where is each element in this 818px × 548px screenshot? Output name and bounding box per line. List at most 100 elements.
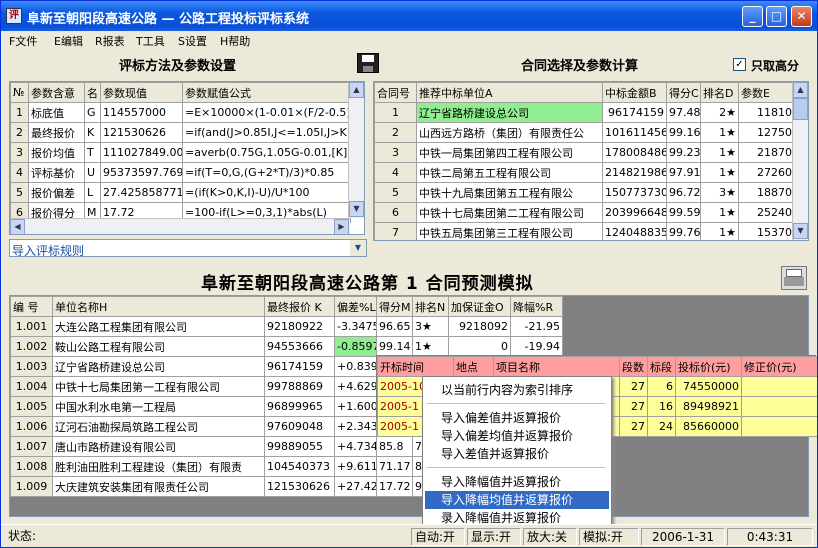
table-cell[interactable]: 中铁二局第五工程有限公司	[416, 162, 603, 183]
table-cell[interactable]: 1.005	[10, 396, 53, 417]
table-cell[interactable]: +1.600	[334, 396, 377, 417]
table-cell[interactable]: 3★	[700, 182, 739, 203]
rules-combo[interactable]: 导入评标规则 ▼	[9, 239, 367, 258]
table-cell[interactable]: 1★	[700, 122, 739, 143]
table-cell[interactable]: 辽宁省路桥建设总公司	[52, 356, 265, 377]
table-cell[interactable]: 121530626	[264, 476, 335, 497]
param-table-vscroll[interactable]: ▲ ▼	[348, 82, 364, 218]
table-row[interactable]: 1 标底值 G 114557000 =E×10000×(1-0.01×(F/2-0.5)…	[10, 102, 351, 123]
menu-item-import-difference[interactable]: 导入差值并返算报价	[425, 445, 609, 463]
table-cell[interactable]: =E×10000×(1-0.01×(F/2-0.5))	[182, 102, 351, 123]
table-cell[interactable]: 2	[10, 122, 29, 143]
scroll-thumb[interactable]	[793, 98, 808, 120]
table-cell[interactable]: U	[84, 162, 101, 183]
table-cell[interactable]: 111027849.00	[100, 142, 183, 163]
table-cell[interactable]: T	[84, 142, 101, 163]
scroll-down-icon[interactable]: ▼	[349, 201, 364, 217]
minimize-button[interactable]: _	[742, 6, 763, 27]
table-cell[interactable]: 11810	[738, 102, 795, 123]
printer-icon[interactable]	[781, 266, 807, 290]
table-cell[interactable]: 99.59	[666, 202, 701, 223]
left_section-header-2[interactable]: 名	[84, 82, 101, 103]
chevron-down-icon[interactable]: ▼	[350, 240, 366, 256]
table-cell[interactable]: 1.006	[10, 416, 53, 437]
table-cell[interactable]: =(if(K>0,K,I)-U)/U*100	[182, 182, 351, 203]
bottom_section-header-0[interactable]: 编 号	[10, 296, 53, 317]
menu-file[interactable]: F文件	[9, 33, 37, 49]
table-row[interactable]: 3 报价均值 T 111027849.00 =averb(0.75G,1.05G-0.0…	[10, 142, 351, 163]
table-cell[interactable]: 21870	[738, 142, 795, 163]
table-cell[interactable]: 27	[619, 396, 648, 417]
table-cell[interactable]: 1	[374, 102, 417, 123]
popup_table-header-5[interactable]: 投标价(元)	[675, 356, 742, 377]
popup_table-header-4[interactable]: 标段	[647, 356, 676, 377]
table-cell[interactable]: 中铁一局集团第四工程有限公司	[416, 142, 603, 163]
table-cell[interactable]: 99889055	[264, 436, 335, 457]
table-cell[interactable]: 5	[374, 182, 417, 203]
left_section-header-0[interactable]: №	[10, 82, 29, 103]
table-cell[interactable]: 中铁十七局集团第二工程有限公司	[416, 202, 603, 223]
table-cell[interactable]: 1.001	[10, 316, 53, 337]
table-cell[interactable]: 鞍山公路工程有限公司	[52, 336, 265, 357]
menu-help[interactable]: H帮助	[220, 33, 250, 49]
table-cell[interactable]	[741, 396, 817, 417]
table-cell[interactable]: 27.425858771	[100, 182, 183, 203]
bottom_section-header-2[interactable]: 最终报价 K	[264, 296, 335, 317]
table-row[interactable]: 2 最终报价 K 121530626 =if(and(J>0.85I,J<=1.05I,…	[10, 122, 351, 143]
menu-tools[interactable]: T工具	[136, 33, 165, 49]
table-row[interactable]: 4 评标基价 U 95373597.769 =if(T=0,G,(G+2*T)/3)*0…	[10, 162, 351, 183]
table-cell[interactable]: 96899965	[264, 396, 335, 417]
table-cell[interactable]: +4.734	[334, 436, 377, 457]
table-cell[interactable]: 214821986	[602, 162, 667, 183]
table-row[interactable]: 5 中铁十九局集团第五工程有限公 150773730 96.72 3★ 18870	[374, 182, 795, 203]
popup_table-header-3[interactable]: 段数	[619, 356, 648, 377]
table-cell[interactable]: =averb(0.75G,1.05G-0.01,[K])	[182, 142, 351, 163]
bottom_section-header-1[interactable]: 单位名称H	[52, 296, 265, 317]
table-cell[interactable]: 4	[374, 162, 417, 183]
popup_table-header-6[interactable]: 修正价(元)	[741, 356, 817, 377]
table-cell[interactable]: 114557000	[100, 102, 183, 123]
table-cell[interactable]: 95373597.769	[100, 162, 183, 183]
table-cell[interactable]: 2★	[700, 102, 739, 123]
table-row[interactable]: 3 中铁一局集团第四工程有限公司 178008486 99.23 1★ 21870	[374, 142, 795, 163]
table-cell[interactable]: =if(and(J>0.85I,J<=1.05I,J>K	[182, 122, 351, 143]
table-row[interactable]: 7 中铁五局集团第三工程有限公司 124048835 99.76 1★ 15370	[374, 222, 795, 240]
table-cell[interactable]: 178008486	[602, 142, 667, 163]
table-cell[interactable]: 山西远方路桥（集团）有限责任公	[416, 122, 603, 143]
table-cell[interactable]: 99.23	[666, 142, 701, 163]
table-cell[interactable]: 150773730	[602, 182, 667, 203]
popup_table-header-0[interactable]: 开标时间	[377, 356, 454, 377]
table-cell[interactable]: 1.007	[10, 436, 53, 457]
table-row[interactable]: 6 中铁十七局集团第二工程有限公司 203996648 99.59 1★ 25240	[374, 202, 795, 223]
table-cell[interactable]: 25240	[738, 202, 795, 223]
table-row[interactable]: 1.001 大连公路工程集团有限公司 92180922 -3.3475 96.65 3★ 9…	[10, 316, 563, 337]
table-cell[interactable]: 1.009	[10, 476, 53, 497]
table-cell[interactable]: 辽宁省路桥建设总公司	[416, 102, 603, 123]
right_section-header-4[interactable]: 排名D	[700, 82, 739, 103]
table-cell[interactable]: 6	[374, 202, 417, 223]
table-cell[interactable]: 胜利油田胜利工程建设（集团）有限责	[52, 456, 265, 477]
table-cell[interactable]: 71.17	[376, 456, 413, 477]
table-cell[interactable]: 99788869	[264, 376, 335, 397]
scroll-left-icon[interactable]: ◀	[10, 219, 25, 234]
table-cell[interactable]: 15370	[738, 222, 795, 240]
table-cell[interactable]: 大庆建筑安装集团有限责任公司	[52, 476, 265, 497]
table-cell[interactable]: 94553666	[264, 336, 335, 357]
save-icon[interactable]	[357, 53, 379, 73]
table-cell[interactable]: 99.16	[666, 122, 701, 143]
table-cell[interactable]: 3	[10, 142, 29, 163]
table-cell[interactable]: 中铁十九局集团第五工程有限公	[416, 182, 603, 203]
table-cell[interactable]: 报价偏差	[28, 182, 85, 203]
table-cell[interactable]: 评标基价	[28, 162, 85, 183]
left_section-header-1[interactable]: 参数含意	[28, 82, 85, 103]
table-cell[interactable]: 99.14	[376, 336, 413, 357]
table-cell[interactable]: 96174159	[264, 356, 335, 377]
table-cell[interactable]: 1★	[700, 202, 739, 223]
table-row[interactable]: 2 山西远方路桥（集团）有限责任公 101611456 99.16 1★ 12750	[374, 122, 795, 143]
left_section-header-4[interactable]: 参数赋值公式	[182, 82, 351, 103]
bottom_section-header-4[interactable]: 得分M	[376, 296, 413, 317]
scroll-up-icon[interactable]: ▲	[793, 82, 808, 98]
table-cell[interactable]: -21.95	[510, 316, 563, 337]
table-cell[interactable]: 1★	[700, 222, 739, 240]
bottom_section-header-5[interactable]: 排名N	[412, 296, 449, 317]
